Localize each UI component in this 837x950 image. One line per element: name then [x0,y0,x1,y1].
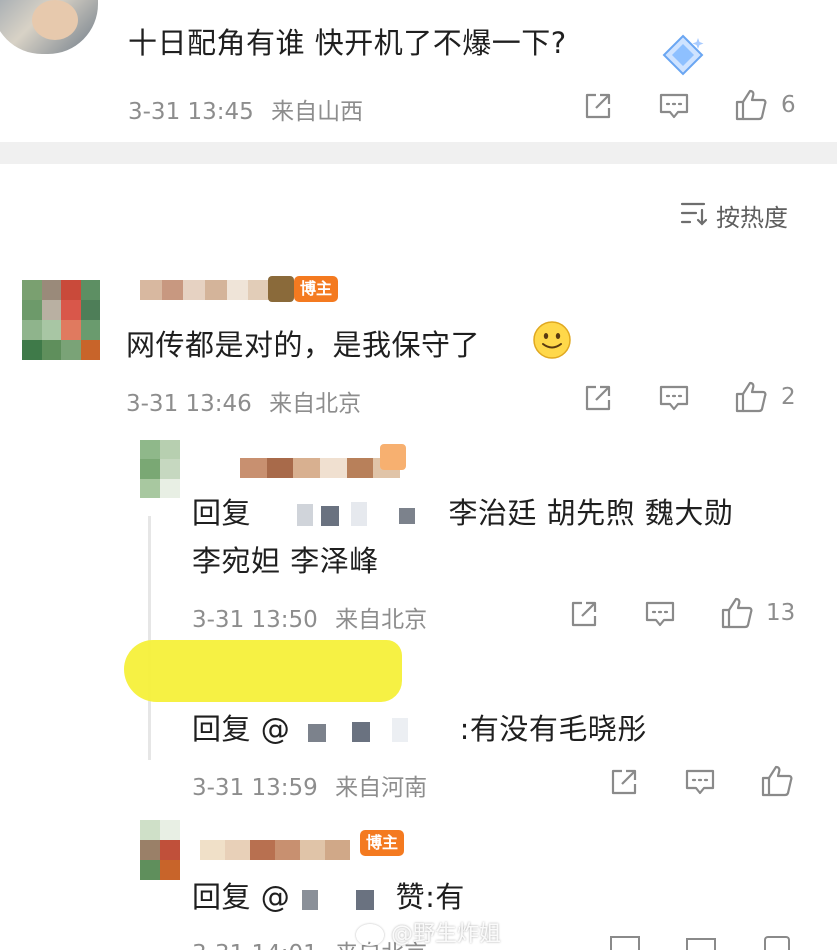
username-mosaic[interactable] [200,840,350,860]
mention-mosaic[interactable] [261,502,439,528]
blogger-badge: 博主 [294,276,339,302]
reply-prefix: 回复 @ [192,712,291,746]
share-icon[interactable] [606,764,642,800]
watermark-text: @野生炸姐 [391,922,502,947]
like-count: 6 [781,92,796,118]
comment-meta: 3-31 13:45 来自山西 [128,92,363,126]
like-icon[interactable] [718,594,756,632]
reply-meta: 3-31 13:50 来自北京 [192,600,427,634]
reply-time: 3-31 13:50 [192,607,318,633]
comment-location: 来自北京 [269,391,362,417]
like-count: 13 [766,600,796,626]
reply-location: 来自河南 [335,775,428,801]
reply-text-line2: 李宛妲 李泽峰 [192,544,379,578]
comment-time: 3-31 13:45 [128,99,254,125]
comment-icon[interactable] [686,938,716,950]
reply-text: 李治廷 胡先煦 魏大勋 [448,496,734,530]
reply-prefix: 回复 @ [192,880,291,914]
avatar[interactable] [140,440,180,498]
like-icon[interactable] [732,86,770,124]
share-icon[interactable] [566,596,602,632]
username-mosaic[interactable] [240,458,400,478]
sort-label[interactable]: 按热度 [716,198,788,233]
comment-text: 十日配角有谁 快开机了不爆一下? [128,26,567,60]
username-mosaic[interactable] [140,280,270,300]
avatar[interactable] [140,820,180,880]
mention-mosaic[interactable] [300,886,386,912]
comment-text: 网传都是对的，是我保守了 [126,328,481,362]
watermark: @野生炸姐 [356,916,501,948]
comment-icon[interactable] [656,380,692,416]
like-icon[interactable] [758,762,796,800]
reply-thread-line [148,516,151,760]
like-icon[interactable] [764,936,790,950]
comment-time: 3-31 13:46 [126,391,252,417]
comment-icon[interactable] [656,88,692,124]
blogger-badge: 博主 [360,830,405,856]
avatar[interactable] [22,280,100,360]
avatar[interactable] [0,0,98,54]
reply-meta: 3-31 13:59 来自河南 [192,768,427,802]
reply-time: 3-31 14:01 [192,941,318,950]
sort-icon[interactable] [676,198,710,228]
reply-prefix: 回复 [192,496,252,530]
section-divider [0,142,837,164]
share-icon[interactable] [610,936,640,950]
reply-text: :有没有毛晓彤 [459,712,647,746]
comment-icon[interactable] [642,596,678,632]
username-highlight [124,640,402,702]
share-icon[interactable] [580,88,616,124]
badge-icon [268,276,294,302]
badge-partial [380,444,406,470]
reply-text: 赞:有 [395,880,465,914]
comment-icon[interactable] [682,764,718,800]
weibo-logo-icon [356,924,384,946]
reply-text-line: 回复 @ :有没有毛晓彤 [192,706,647,748]
reply-time: 3-31 13:59 [192,775,318,801]
reply-text-line1: 回复 李治廷 胡先煦 魏大勋 [192,490,733,532]
reply-location: 来自北京 [335,607,428,633]
reply-text-line: 回复 @ 赞:有 [192,874,465,916]
like-count: 2 [781,384,796,410]
share-icon[interactable] [580,380,616,416]
diamond-emoji-icon [660,32,706,78]
comment-location: 来自山西 [271,99,364,125]
smile-emoji-icon [530,318,574,362]
mention-mosaic[interactable] [300,718,450,744]
like-icon[interactable] [732,378,770,416]
comment-meta: 3-31 13:46 来自北京 [126,384,361,418]
